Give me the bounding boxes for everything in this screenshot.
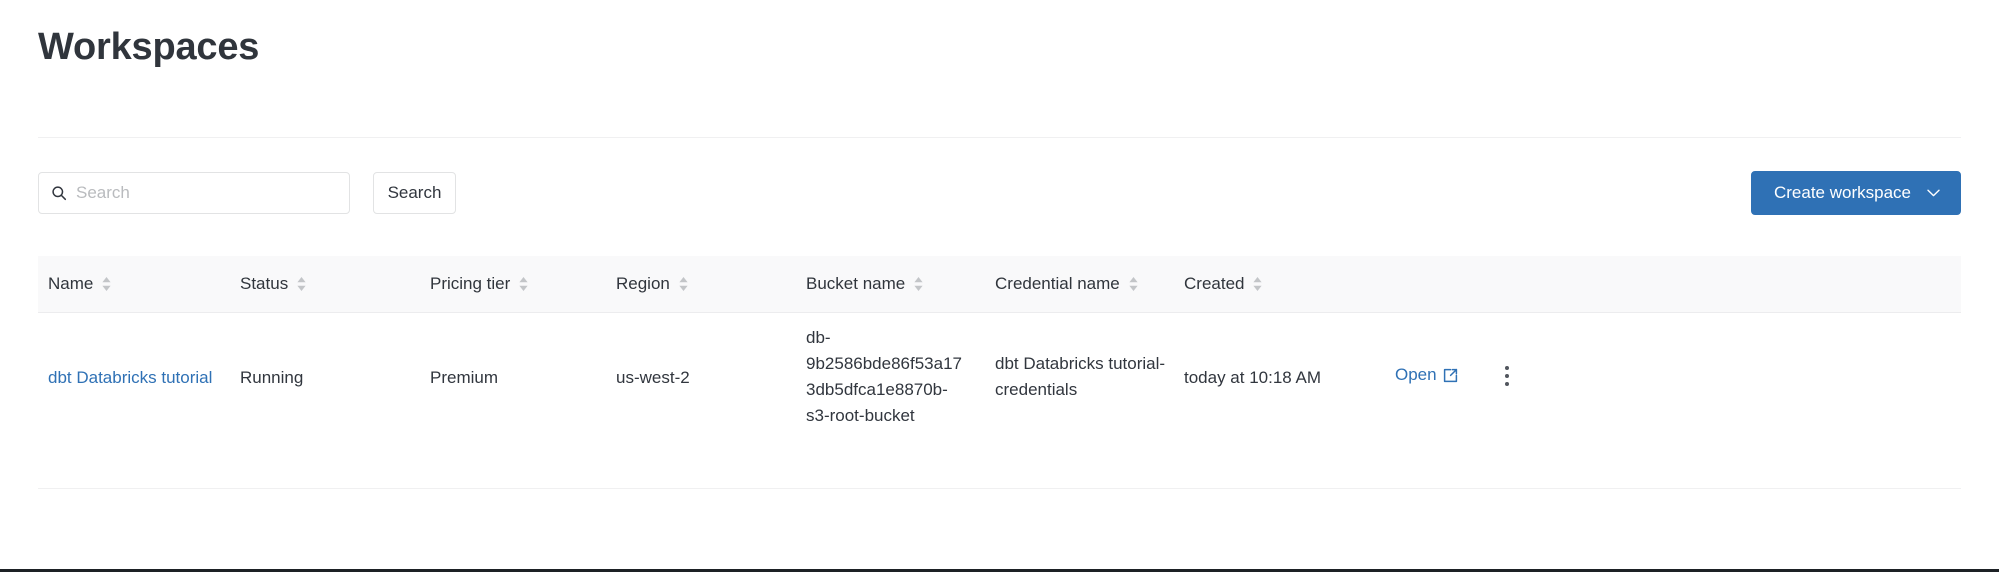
header-divider xyxy=(38,137,1961,138)
open-link-label: Open xyxy=(1395,365,1437,385)
table-row: dbt Databricks tutorial Running Premium … xyxy=(38,313,1961,489)
column-header-status[interactable]: Status xyxy=(240,256,307,312)
row-actions-menu-button[interactable] xyxy=(1494,361,1520,391)
search-button[interactable]: Search xyxy=(373,172,456,214)
cell-status: Running xyxy=(240,365,303,391)
column-header-label: Created xyxy=(1184,274,1244,294)
page-title: Workspaces xyxy=(38,24,259,70)
kebab-dot xyxy=(1505,366,1509,370)
cell-name: dbt Databricks tutorial xyxy=(48,365,212,391)
search-input[interactable] xyxy=(76,181,337,205)
sort-icon xyxy=(913,275,924,293)
kebab-dot xyxy=(1505,382,1509,386)
external-link-icon xyxy=(1443,368,1458,383)
table-body: dbt Databricks tutorial Running Premium … xyxy=(38,313,1961,489)
column-header-region[interactable]: Region xyxy=(616,256,689,312)
cell-credential-name: dbt Databricks tutorial-credentials xyxy=(995,351,1167,403)
sort-icon xyxy=(101,275,112,293)
search-icon xyxy=(51,185,67,201)
column-header-created[interactable]: Created xyxy=(1184,256,1263,312)
open-workspace-link[interactable]: Open xyxy=(1395,365,1458,385)
sort-icon xyxy=(296,275,307,293)
table-header-row: Name Status Pricing tier xyxy=(38,256,1961,313)
sort-icon xyxy=(1128,275,1139,293)
sort-icon xyxy=(678,275,689,293)
column-header-credential-name[interactable]: Credential name xyxy=(995,256,1139,312)
column-header-bucket-name[interactable]: Bucket name xyxy=(806,256,924,312)
kebab-dot xyxy=(1505,374,1509,378)
cell-region: us-west-2 xyxy=(616,365,690,391)
cell-pricing-tier: Premium xyxy=(430,365,498,391)
sort-icon xyxy=(518,275,529,293)
chevron-down-icon xyxy=(1927,189,1940,197)
column-header-label: Pricing tier xyxy=(430,274,510,294)
workspaces-page: Workspaces Search Create workspace Name xyxy=(0,0,1999,572)
column-header-label: Credential name xyxy=(995,274,1120,294)
create-workspace-label: Create workspace xyxy=(1774,172,1911,214)
sort-icon xyxy=(1252,275,1263,293)
cell-bucket-name: db-9b2586bde86f53a173db5dfca1e8870b-s3-r… xyxy=(806,325,966,429)
workspace-name-link[interactable]: dbt Databricks tutorial xyxy=(48,368,212,387)
column-header-label: Region xyxy=(616,274,670,294)
table-toolbar: Search Create workspace xyxy=(38,172,1961,216)
cell-created: today at 10:18 AM xyxy=(1184,365,1321,391)
column-header-label: Status xyxy=(240,274,288,294)
create-workspace-button[interactable]: Create workspace xyxy=(1751,171,1961,215)
column-header-label: Name xyxy=(48,274,93,294)
column-header-name[interactable]: Name xyxy=(48,256,112,312)
column-header-pricing-tier[interactable]: Pricing tier xyxy=(430,256,529,312)
search-input-wrapper[interactable] xyxy=(38,172,350,214)
workspaces-table: Name Status Pricing tier xyxy=(38,256,1961,489)
column-header-label: Bucket name xyxy=(806,274,905,294)
